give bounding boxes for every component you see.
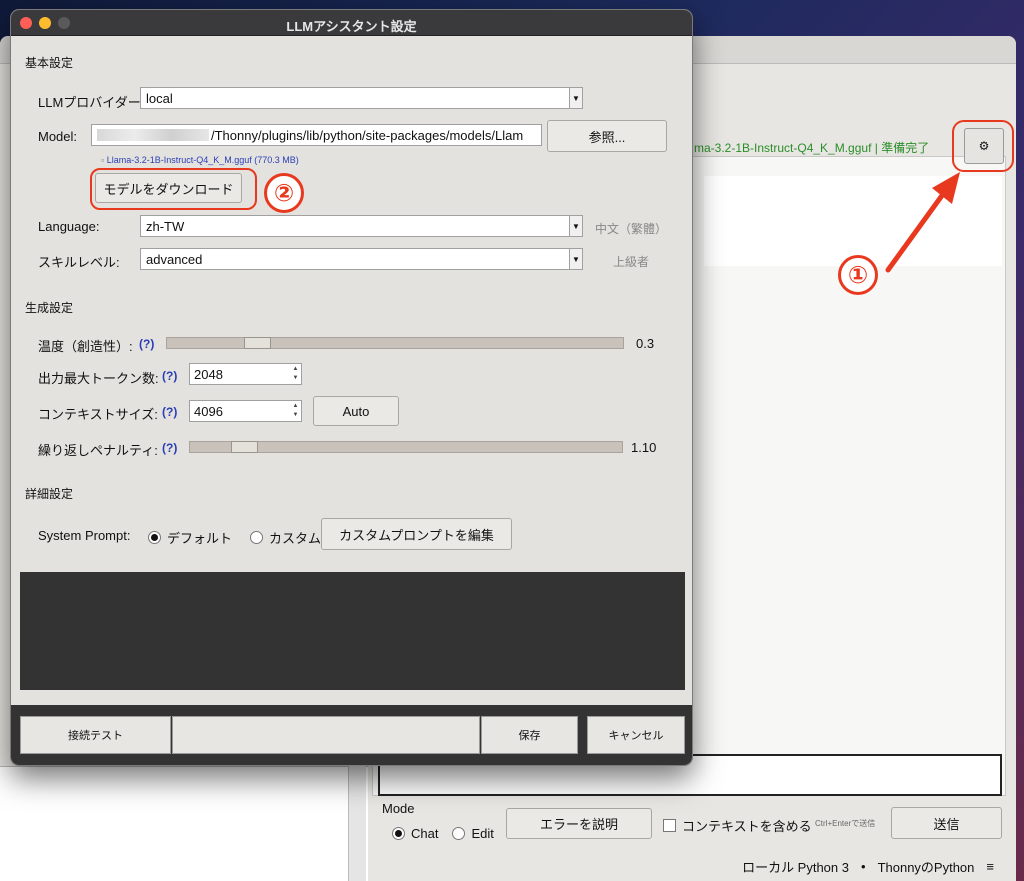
status-separator: •: [861, 859, 866, 874]
model-file-info: ▫ Llama-3.2-1B-Instruct-Q4_K_M.gguf (770…: [101, 155, 299, 165]
custom-prompt-radio[interactable]: [250, 531, 264, 544]
context-size-value: 4096: [194, 403, 223, 419]
basic-settings-heading: 基本設定: [25, 56, 74, 70]
temperature-help[interactable]: (?): [139, 337, 154, 351]
language-label: Language:: [38, 219, 100, 234]
language-select[interactable]: zh-TW ▼: [140, 215, 583, 237]
mode-edit-label: Edit: [471, 826, 494, 841]
repeat-penalty-label: 繰り返しペナルティ:: [38, 443, 158, 458]
llm-settings-dialog: LLMアシスタント設定 基本設定 LLMプロバイダー: local ▼ Mode…: [10, 9, 693, 766]
mode-chat-radio[interactable]: [392, 827, 405, 840]
context-size-label: コンテキストサイズ:: [38, 407, 158, 422]
skill-hint: 上級者: [613, 255, 650, 269]
status-python[interactable]: ローカル Python 3: [742, 857, 849, 876]
provider-value: local: [146, 90, 173, 106]
chevron-down-icon: ▼: [569, 216, 582, 236]
repeat-penalty-slider-thumb[interactable]: [231, 441, 258, 453]
marker-1: ①: [838, 255, 878, 295]
dialog-title: LLMアシスタント設定: [286, 19, 417, 34]
temperature-value: 0.3: [636, 336, 655, 351]
repeat-penalty-help[interactable]: (?): [162, 441, 177, 455]
skill-select[interactable]: advanced ▼: [140, 248, 583, 270]
temperature-slider-thumb[interactable]: [244, 337, 271, 349]
max-tokens-label: 出力最大トークン数:: [38, 371, 159, 386]
dialog-titlebar: LLMアシスタント設定: [11, 10, 692, 36]
provider-select[interactable]: local ▼: [140, 87, 583, 109]
marker-2: ②: [264, 173, 304, 213]
chevron-down-icon: ▼: [569, 88, 582, 108]
include-context-label: コンテキストを含める: [682, 819, 812, 834]
provider-label: LLMプロバイダー:: [38, 95, 145, 110]
repeat-penalty-slider[interactable]: [189, 441, 623, 453]
footer-spacer: [172, 716, 480, 754]
highlight-circle-download: [90, 168, 257, 210]
model-status-text: ma-3.2-1B-Instruct-Q4_K_M.gguf | 準備完了: [694, 141, 930, 155]
advanced-settings-heading: 詳細設定: [25, 487, 74, 501]
skill-label: スキルレベル:: [38, 255, 120, 270]
status-interpreter[interactable]: ThonnyのPython: [878, 857, 975, 876]
generation-settings-heading: 生成設定: [25, 301, 74, 315]
save-button[interactable]: 保存: [481, 716, 578, 754]
include-context-checkbox[interactable]: [663, 819, 676, 832]
auto-button[interactable]: Auto: [313, 396, 399, 426]
send-button[interactable]: 送信: [891, 807, 1002, 839]
mode-radio-group: Chat Edit: [392, 826, 494, 841]
stepper-arrows-icon[interactable]: ▲ ▼: [291, 365, 300, 383]
mode-edit-radio[interactable]: [452, 827, 466, 840]
chevron-down-icon: ▼: [569, 249, 582, 269]
context-size-help[interactable]: (?): [162, 405, 177, 419]
temperature-slider[interactable]: [166, 337, 624, 349]
skill-value: advanced: [146, 251, 203, 267]
mode-chat-label: Chat: [411, 826, 439, 841]
test-connection-button[interactable]: 接続テスト: [20, 716, 171, 754]
context-size-spinbox[interactable]: 4096 ▲ ▼: [189, 400, 302, 422]
language-hint: 中文（繁體）: [595, 222, 668, 236]
max-tokens-value: 2048: [194, 366, 223, 382]
edit-custom-prompt-button[interactable]: カスタムプロンプトを編集: [321, 518, 512, 550]
prompt-preview-area: [20, 572, 685, 690]
temperature-label: 温度（創造性）:: [38, 339, 133, 354]
model-file-name: Llama-3.2-1B-Instruct-Q4_K_M.gguf (770.3…: [106, 155, 299, 165]
repeat-penalty-value: 1.10: [631, 440, 657, 455]
browse-button[interactable]: 参照...: [547, 120, 667, 152]
default-prompt-label: デフォルト: [167, 531, 233, 546]
max-tokens-help[interactable]: (?): [162, 369, 177, 383]
model-path-value: /Thonny/plugins/lib/python/site-packages…: [211, 127, 524, 143]
stepper-arrows-icon[interactable]: ▲ ▼: [291, 402, 300, 420]
status-bar: ローカル Python 3 • ThonnyのPython ≡: [0, 852, 1016, 881]
dialog-footer: 接続テスト 保存 キャンセル: [11, 705, 692, 765]
language-value: zh-TW: [146, 218, 185, 234]
explain-error-button[interactable]: エラーを説明: [506, 808, 652, 839]
model-label: Model:: [38, 129, 78, 144]
system-prompt-radio-group: デフォルト カスタム: [148, 528, 321, 547]
redacted-path-blur: [97, 129, 209, 141]
shortcut-hint: Ctrl+Enterで送信: [815, 819, 876, 828]
max-tokens-spinbox[interactable]: 2048 ▲ ▼: [189, 363, 302, 385]
arrow-annotation: [885, 172, 960, 273]
include-context-option[interactable]: コンテキストを含める: [663, 816, 812, 835]
system-prompt-label: System Prompt:: [38, 528, 131, 543]
custom-prompt-label: カスタム: [269, 531, 322, 546]
model-path-field[interactable]: /Thonny/plugins/lib/python/site-packages…: [91, 124, 542, 146]
mode-label: Mode: [382, 801, 415, 816]
default-prompt-radio[interactable]: [148, 531, 161, 544]
menu-icon[interactable]: ≡: [986, 859, 994, 874]
highlight-circle-settings: [952, 120, 1014, 172]
cancel-button[interactable]: キャンセル: [587, 716, 685, 754]
